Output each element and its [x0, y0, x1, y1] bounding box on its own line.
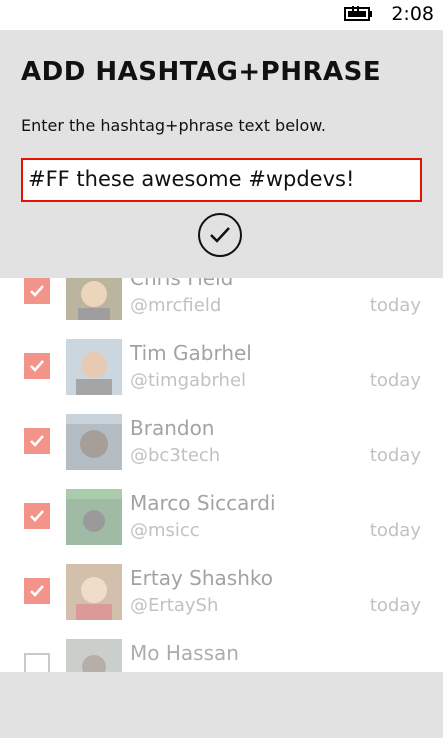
timestamp: today	[369, 520, 421, 541]
timestamp: today	[369, 445, 421, 466]
checkbox[interactable]	[24, 353, 50, 379]
input-value: #FF these awesome #wpdevs!	[28, 167, 355, 191]
app-bar	[0, 672, 443, 738]
checkmark-icon	[30, 360, 44, 372]
battery-charging-icon	[344, 6, 372, 21]
confirm-button[interactable]	[198, 213, 242, 257]
contact-handle: @bc3tech	[130, 445, 221, 466]
avatar	[66, 489, 122, 545]
dialog-instruction: Enter the hashtag+phrase text below.	[21, 116, 326, 135]
avatar	[66, 564, 122, 620]
dialog-title: ADD HASHTAG+PHRASE	[21, 57, 382, 87]
contact-handle: @msicc	[130, 520, 200, 541]
checkbox[interactable]	[24, 578, 50, 604]
checkmark-icon	[30, 285, 44, 297]
checkmark-icon	[210, 227, 230, 243]
list-item[interactable]: Brandon @bc3tech today	[0, 398, 443, 473]
contact-name: Tim Gabrhel	[130, 341, 252, 365]
contact-handle: @ErtaySh	[130, 595, 219, 616]
avatar	[66, 414, 122, 470]
list-item[interactable]: Marco Siccardi @msicc today	[0, 473, 443, 548]
list-item[interactable]: Ertay Shashko @ErtaySh today	[0, 548, 443, 623]
checkmark-icon	[30, 435, 44, 447]
timestamp: today	[369, 595, 421, 616]
clock: 2:08	[391, 3, 434, 25]
checkbox[interactable]	[24, 428, 50, 454]
contact-handle: @timgabrhel	[130, 370, 247, 391]
contact-name: Marco Siccardi	[130, 491, 276, 515]
add-hashtag-dialog: ADD HASHTAG+PHRASE Enter the hashtag+phr…	[0, 30, 443, 278]
contact-name: Ertay Shashko	[130, 566, 273, 590]
checkbox[interactable]	[24, 278, 50, 304]
timestamp: today	[369, 295, 421, 316]
contact-name: Brandon	[130, 416, 215, 440]
contact-handle: @mrcfield	[130, 295, 222, 316]
contact-name: Mo Hassan	[130, 641, 239, 665]
checkmark-icon	[30, 585, 44, 597]
hashtag-phrase-input[interactable]: #FF these awesome #wpdevs!	[21, 158, 422, 202]
checkbox[interactable]	[24, 503, 50, 529]
list-item[interactable]: Tim Gabrhel @timgabrhel today	[0, 323, 443, 398]
checkmark-icon	[30, 510, 44, 522]
timestamp: today	[369, 370, 421, 391]
avatar	[66, 339, 122, 395]
status-bar: 2:08	[0, 0, 443, 30]
